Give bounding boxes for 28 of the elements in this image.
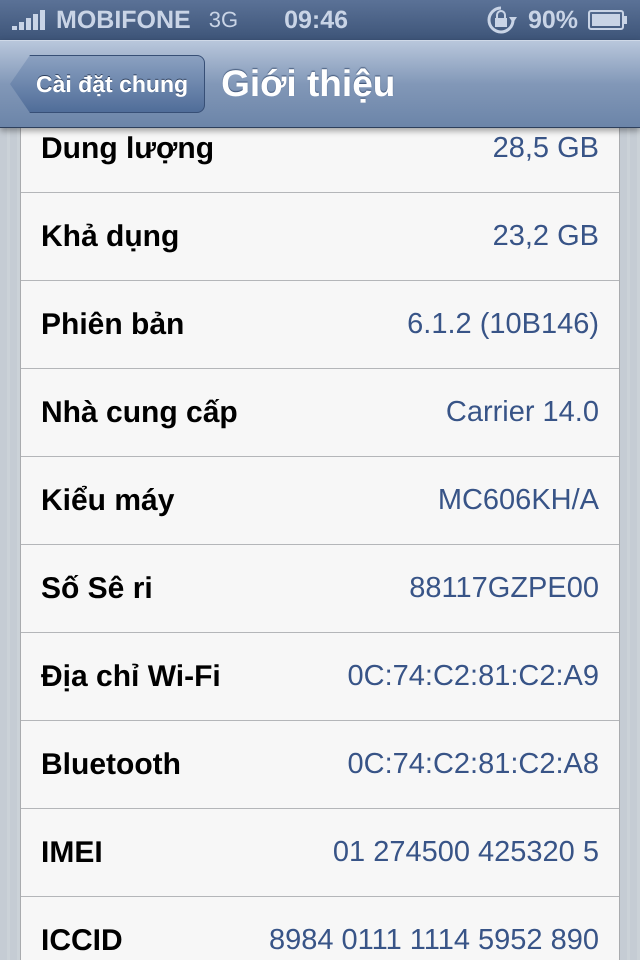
row-label: Nhà cung cấp — [41, 396, 238, 430]
row-label: IMEI — [41, 836, 103, 870]
battery-percent: 90% — [528, 6, 578, 34]
row-label: Phiên bản — [41, 308, 184, 342]
row-value: 6.1.2 (10B146) — [407, 308, 599, 341]
battery-icon — [588, 10, 628, 30]
row-value: 28,5 GB — [492, 132, 599, 165]
row-label: Địa chỉ Wi-Fi — [41, 660, 221, 694]
carrier-name: MOBIFONE — [56, 6, 191, 34]
row-label: Kiểu máy — [41, 484, 174, 518]
clock-time: 09:46 — [284, 6, 348, 34]
row-label: Số Sê ri — [41, 572, 153, 606]
row-value: MC606KH/A — [438, 484, 599, 517]
row-label: ICCID — [41, 924, 123, 958]
row-value: 0C:74:C2:81:C2:A8 — [348, 748, 599, 781]
row-value: 0C:74:C2:81:C2:A9 — [348, 660, 599, 693]
back-button[interactable]: Cài đặt chung — [10, 55, 206, 113]
row-value: 8984 0111 1114 5952 890 — [268, 924, 599, 957]
row-label: Bluetooth — [41, 748, 181, 782]
page-title: Giới thiệu — [221, 63, 396, 105]
row-value: 88117GZPE00 — [409, 572, 599, 605]
row-value: 01 274500 425320 5 — [332, 836, 599, 869]
row-value: Carrier 14.0 — [446, 396, 599, 429]
row-label: Khả dụng — [41, 220, 180, 254]
network-type: 3G — [208, 7, 238, 33]
row-value: 23,2 GB — [492, 220, 599, 253]
row-label: Dung lượng — [41, 132, 214, 166]
signal-icon — [12, 10, 46, 30]
